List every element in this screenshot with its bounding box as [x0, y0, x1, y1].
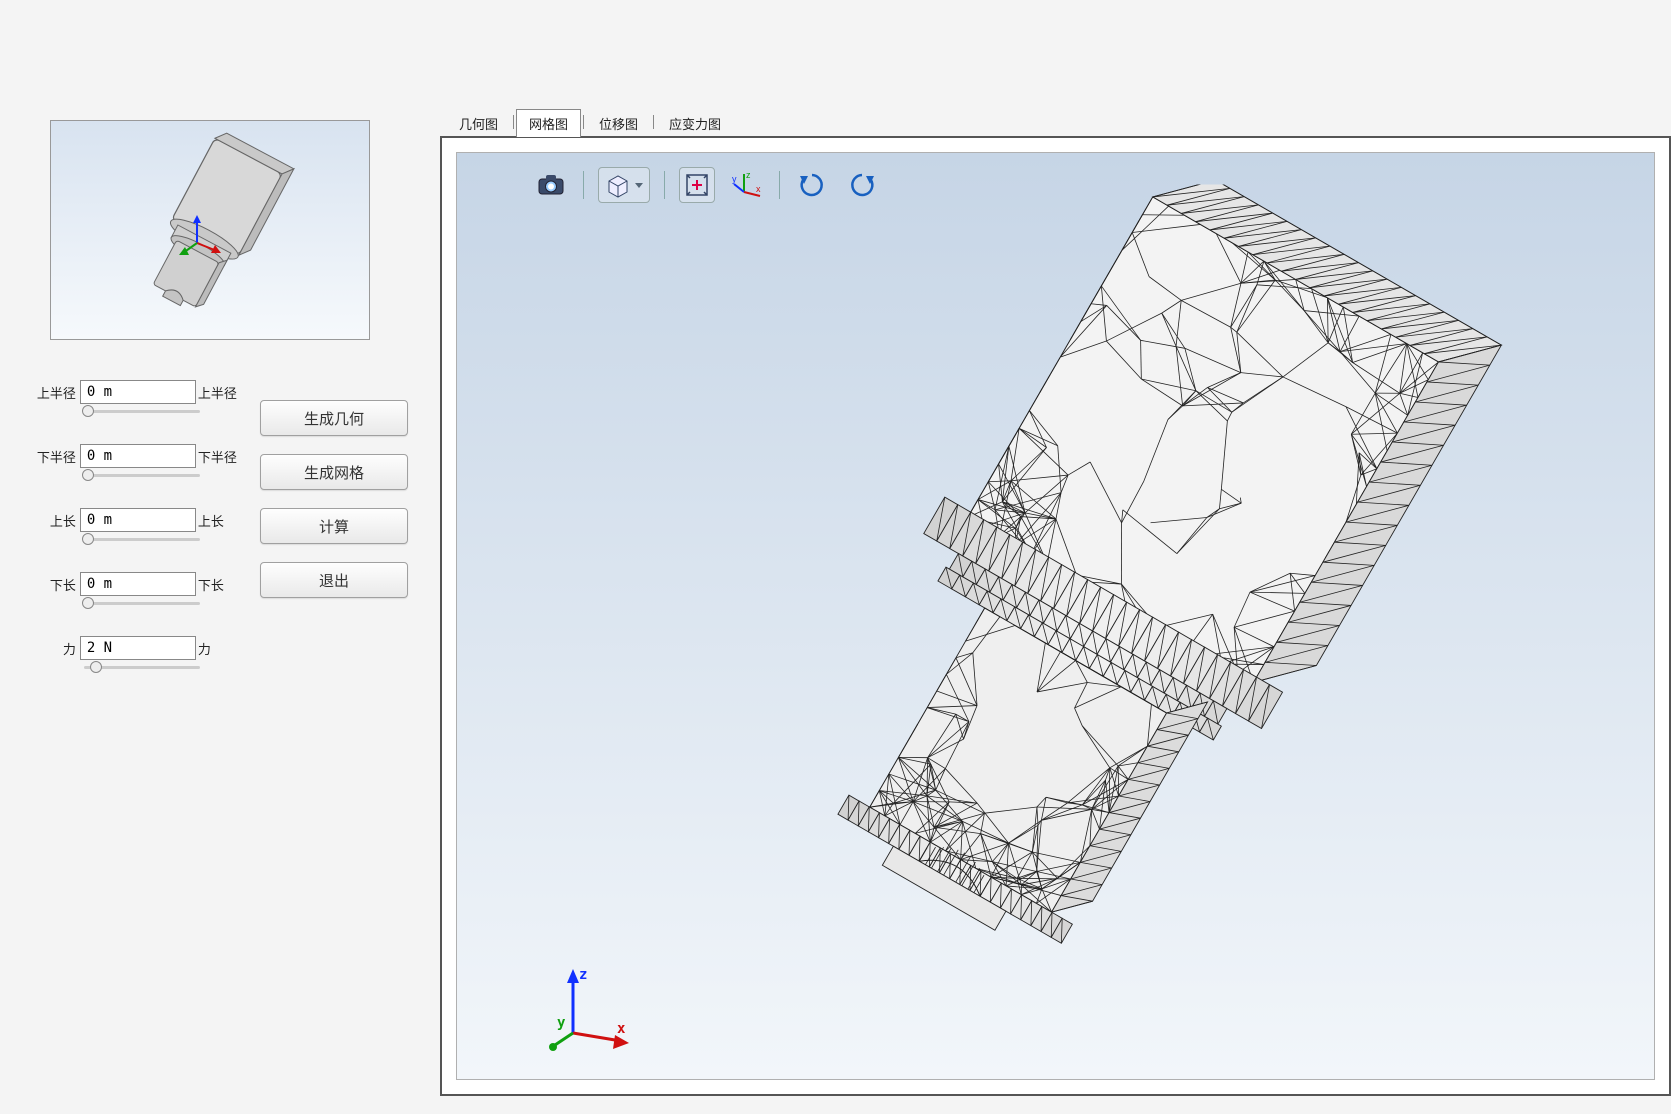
upper-length-label: 上长 — [30, 511, 76, 530]
geometry-preview[interactable] — [50, 120, 370, 340]
toolbar-separator — [583, 171, 584, 199]
action-buttons: 生成几何 生成网格 计算 退出 — [260, 380, 408, 700]
generate-geometry-button[interactable]: 生成几何 — [260, 400, 408, 436]
view-tabs: 几何图 网格图 位移图 应变力图 — [440, 108, 1671, 136]
mesh-viewport[interactable]: z x y — [456, 152, 1655, 1080]
upper-radius-input[interactable] — [80, 380, 196, 404]
upper-length-slider[interactable] — [84, 538, 200, 541]
svg-text:z: z — [746, 170, 751, 180]
upper-radius-label: 上半径 — [30, 383, 76, 402]
parameter-inputs: 上半径 上半径 下半径 下半径 上长 上长 下 — [30, 380, 240, 700]
force-label-r: 力 — [198, 639, 240, 658]
exit-button[interactable]: 退出 — [260, 562, 408, 598]
parameter-area: 上半径 上半径 下半径 下半径 上长 上长 下 — [30, 380, 410, 700]
mesh-model — [606, 185, 1506, 1048]
axis-y-label: y — [557, 1015, 566, 1031]
lower-radius-label-r: 下半径 — [198, 447, 240, 466]
upper-radius-slider[interactable] — [84, 410, 200, 413]
axis-z-label: z — [579, 967, 587, 983]
camera-icon[interactable] — [533, 167, 569, 203]
lower-radius-input[interactable] — [80, 444, 196, 468]
upper-length-label-r: 上长 — [198, 511, 240, 530]
lower-radius-label: 下半径 — [30, 447, 76, 466]
svg-text:y: y — [732, 174, 737, 184]
app-root: 上半径 上半径 下半径 下半径 上长 上长 下 — [0, 0, 1671, 1114]
lower-length-label-r: 下长 — [198, 575, 240, 594]
tab-displacement[interactable]: 位移图 — [586, 109, 651, 137]
tab-mesh[interactable]: 网格图 — [516, 109, 581, 137]
tab-separator — [583, 115, 584, 129]
generate-mesh-button[interactable]: 生成网格 — [260, 454, 408, 490]
tab-geometry[interactable]: 几何图 — [446, 109, 511, 137]
lower-length-label: 下长 — [30, 575, 76, 594]
tab-stress[interactable]: 应变力图 — [656, 109, 734, 137]
tab-separator — [513, 115, 514, 129]
force-input[interactable] — [80, 636, 196, 660]
tab-separator — [653, 115, 654, 129]
preview-axis-triad-icon — [179, 213, 225, 262]
lower-length-slider[interactable] — [84, 602, 200, 605]
upper-radius-label-r: 上半径 — [198, 383, 240, 402]
force-label: 力 — [30, 639, 76, 658]
force-slider[interactable] — [84, 666, 200, 669]
right-panel: 几何图 网格图 位移图 应变力图 — [440, 0, 1671, 1114]
compute-button[interactable]: 计算 — [260, 508, 408, 544]
left-panel: 上半径 上半径 下半径 下半径 上长 上长 下 — [0, 0, 440, 1114]
lower-radius-slider[interactable] — [84, 474, 200, 477]
upper-length-input[interactable] — [80, 508, 196, 532]
viewport-frame: z x y — [440, 136, 1671, 1096]
lower-length-input[interactable] — [80, 572, 196, 596]
